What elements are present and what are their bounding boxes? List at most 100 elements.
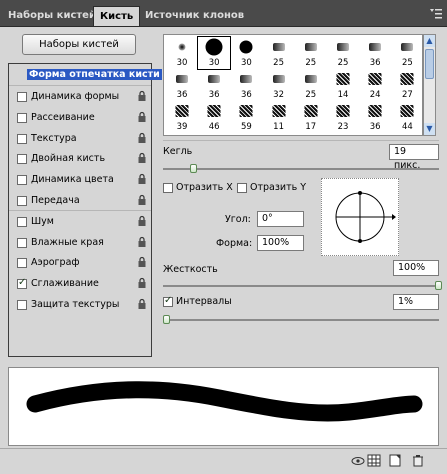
sidebar-item[interactable]: Текстура — [9, 129, 151, 149]
spacing-slider-thumb[interactable] — [163, 315, 170, 324]
sidebar-item-checkbox[interactable] — [17, 300, 27, 310]
brush-tip-size: 36 — [369, 122, 381, 132]
lock-icon[interactable] — [137, 111, 147, 123]
brush-tip[interactable]: 17 — [295, 101, 327, 133]
brush-tip-shape-icon — [336, 73, 350, 85]
brush-tip-shape-icon — [369, 43, 382, 51]
brush-tip[interactable]: 32 — [263, 69, 295, 101]
flip-x-checkbox[interactable] — [163, 183, 173, 193]
hardness-slider-thumb[interactable] — [435, 281, 442, 290]
scroll-up-arrow-icon[interactable]: ▲ — [424, 35, 435, 47]
sidebar-item-label: Шум — [31, 215, 54, 227]
roundness-field[interactable]: 100% — [257, 235, 304, 251]
size-slider-thumb[interactable] — [190, 164, 198, 173]
sidebar-item-checkbox[interactable] — [17, 133, 27, 144]
new-brush-icon[interactable] — [388, 454, 402, 467]
brush-tip[interactable]: 23 — [327, 101, 359, 133]
brush-tip[interactable]: 36 — [359, 101, 391, 133]
brush-tip[interactable]: 44 — [391, 101, 423, 133]
sidebar-item[interactable]: Защита текстуры — [9, 295, 151, 315]
brush-tip-size: 25 — [305, 58, 317, 68]
brush-grid-scrollbar[interactable]: ▲ ▼ — [423, 34, 436, 136]
flip-y-checkbox[interactable] — [237, 183, 247, 193]
brush-tip[interactable]: 25 — [263, 37, 295, 69]
angle-field[interactable]: 0° — [257, 211, 304, 227]
tab-brush[interactable]: Кисть — [93, 6, 141, 26]
brush-tip[interactable]: 27 — [391, 69, 423, 101]
size-slider-track[interactable] — [163, 168, 439, 170]
brush-tip[interactable]: 59 — [230, 101, 262, 133]
angle-roundness-dial[interactable] — [321, 178, 399, 256]
sidebar-item[interactable]: Аэрограф — [9, 253, 151, 273]
brush-tip[interactable]: 46 — [198, 101, 230, 133]
sidebar-item-checkbox[interactable] — [17, 237, 27, 248]
tab-clone-source[interactable]: Источник клонов — [139, 6, 250, 26]
sidebar-item-checkbox[interactable] — [17, 92, 27, 102]
sidebar-item-label: Текстура — [31, 132, 77, 144]
bottom-toolbar — [0, 448, 447, 474]
sidebar-item[interactable]: Двойная кисть — [9, 149, 151, 169]
brush-tip[interactable]: 25 — [391, 37, 423, 69]
sidebar-item[interactable]: Шум — [9, 212, 151, 232]
size-field[interactable]: 19 пикс. — [389, 144, 439, 171]
brush-tip[interactable]: 30 — [197, 36, 232, 70]
brush-tip-shape-icon — [368, 73, 382, 85]
brush-tip[interactable]: 36 — [198, 69, 230, 101]
lock-icon[interactable] — [137, 277, 147, 289]
scroll-thumb[interactable] — [425, 49, 434, 79]
brush-tip[interactable]: 36 — [166, 69, 198, 101]
sidebar-item-checkbox[interactable] — [17, 196, 27, 206]
sidebar-item-checkbox[interactable] — [17, 277, 27, 290]
lock-icon[interactable] — [137, 215, 147, 227]
sidebar-item-brush-tip-shape[interactable]: Форма отпечатка кисти — [9, 66, 162, 86]
lock-icon[interactable] — [137, 173, 147, 185]
panel-menu-icon[interactable] — [429, 8, 443, 20]
sidebar-item[interactable]: Сглаживание — [9, 274, 151, 294]
lock-icon[interactable] — [137, 132, 147, 144]
lock-icon[interactable] — [137, 236, 147, 248]
brush-tip[interactable]: 36 — [359, 37, 391, 69]
brush-presets-button[interactable]: Наборы кистей — [22, 34, 136, 55]
spacing-field[interactable]: 1% — [393, 294, 439, 310]
trash-icon[interactable] — [411, 454, 425, 467]
sidebar-item[interactable]: Влажные края — [9, 233, 151, 253]
sidebar-item-checkbox[interactable] — [17, 112, 27, 123]
sidebar-item[interactable]: Рассеивание — [9, 108, 151, 128]
lock-icon[interactable] — [137, 152, 147, 164]
brush-tip[interactable]: 30 — [230, 37, 262, 69]
lock-icon[interactable] — [137, 90, 147, 102]
sidebar-item-checkbox[interactable] — [17, 154, 27, 165]
brush-tip-size: 23 — [337, 122, 349, 132]
scroll-down-arrow-icon[interactable]: ▼ — [424, 123, 435, 135]
brush-tip-shape-icon — [239, 40, 253, 54]
stroke-preview-image — [26, 381, 423, 422]
lock-icon[interactable] — [137, 298, 147, 310]
sidebar-item[interactable]: Динамика формы — [9, 87, 151, 107]
spacing-slider-track[interactable] — [163, 319, 439, 321]
brush-tip[interactable]: 25 — [295, 37, 327, 69]
hardness-field[interactable]: 100% — [393, 260, 439, 276]
brush-tip[interactable]: 39 — [166, 101, 198, 133]
angle-dial-icon — [335, 191, 396, 243]
brush-tip[interactable]: 30 — [166, 37, 198, 69]
grid-toggle-icon[interactable] — [367, 454, 381, 467]
tab-brush-presets[interactable]: Наборы кистей — [2, 6, 102, 26]
sidebar-item-checkbox[interactable] — [17, 216, 27, 227]
sidebar-item[interactable]: Динамика цвета — [9, 170, 151, 190]
toggle-live-tip-preview-icon[interactable] — [351, 454, 365, 467]
sidebar-item-checkbox[interactable] — [17, 175, 27, 186]
brush-tip[interactable]: 11 — [263, 101, 295, 133]
spacing-checkbox[interactable] — [163, 295, 173, 307]
sidebar-item[interactable]: Передача — [9, 191, 151, 211]
brush-settings-list: Форма отпечатка кисти Динамика формы Расс… — [8, 63, 162, 357]
brush-tip[interactable]: 25 — [295, 69, 327, 101]
sidebar-item-checkbox[interactable] — [17, 258, 27, 269]
brush-tip[interactable]: 36 — [230, 69, 262, 101]
lock-icon[interactable] — [137, 194, 147, 206]
brush-tip[interactable]: 24 — [359, 69, 391, 101]
brush-tip[interactable]: 14 — [327, 69, 359, 101]
lock-icon[interactable] — [137, 256, 147, 268]
brush-tip-grid[interactable]: 30 30 30 25 25 25 36 25 36 36 36 32 25 14 24 27 39 46 59 11… — [163, 34, 423, 136]
brush-tip[interactable]: 25 — [327, 37, 359, 69]
hardness-slider-track[interactable] — [163, 285, 439, 287]
